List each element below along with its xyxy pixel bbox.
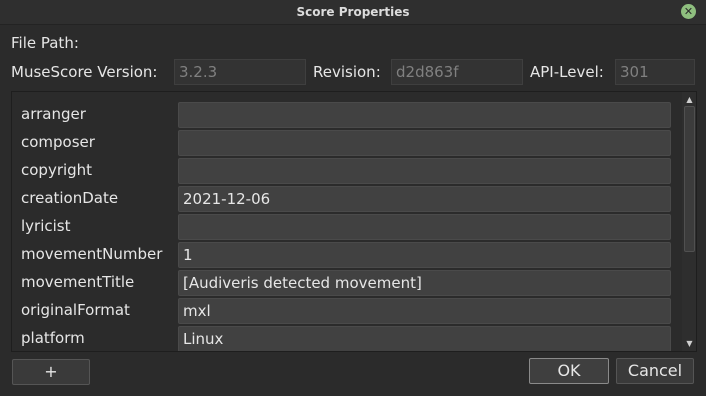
property-key: platform (21, 329, 85, 347)
property-row: platform Linux (12, 326, 677, 351)
close-icon[interactable]: ✕ (681, 4, 696, 19)
add-property-button[interactable]: + (12, 359, 90, 385)
vertical-scrollbar[interactable]: ▲ ▼ (682, 92, 696, 351)
property-value-input[interactable] (178, 130, 671, 156)
property-key: arranger (21, 105, 86, 123)
property-row: lyricist (12, 214, 677, 242)
musescore-version-label: MuseScore Version: (11, 63, 158, 81)
property-key: copyright (21, 161, 93, 179)
property-row: arranger (12, 102, 677, 130)
scrollbar-thumb[interactable] (684, 106, 695, 252)
property-key: movementNumber (21, 245, 163, 263)
revision-field: d2d863f (391, 59, 523, 85)
property-row: copyright (12, 158, 677, 186)
window-title: Score Properties (296, 5, 410, 19)
property-value-input[interactable]: mxl (178, 298, 671, 324)
cancel-button[interactable]: Cancel (616, 358, 694, 384)
property-row: creationDate 2021-12-06 (12, 186, 677, 214)
property-value-input[interactable] (178, 158, 671, 184)
property-row: movementTitle [Audiveris detected moveme… (12, 270, 677, 298)
file-path-label: File Path: (11, 34, 79, 52)
api-level-field: 301 (615, 59, 695, 85)
property-value-input[interactable] (178, 214, 671, 240)
property-value-input[interactable] (178, 102, 671, 128)
property-value-input[interactable]: [Audiveris detected movement] (178, 270, 671, 296)
property-row: movementNumber 1 (12, 242, 677, 270)
ok-button[interactable]: OK (529, 358, 609, 384)
property-row: composer (12, 130, 677, 158)
property-key: movementTitle (21, 273, 135, 291)
properties-panel: arranger composer copyright creationDate… (11, 91, 697, 352)
property-value-input[interactable]: 1 (178, 242, 671, 268)
title-bar: Score Properties ✕ (0, 0, 706, 25)
property-row: originalFormat mxl (12, 298, 677, 326)
property-value-input[interactable]: Linux (178, 326, 671, 351)
api-level-label: API-Level: (530, 63, 604, 81)
property-value-input[interactable]: 2021-12-06 (178, 186, 671, 212)
property-key: composer (21, 133, 95, 151)
revision-label: Revision: (313, 63, 381, 81)
property-key: creationDate (21, 189, 119, 207)
musescore-version-field: 3.2.3 (174, 59, 306, 85)
property-key: originalFormat (21, 301, 130, 319)
property-key: lyricist (21, 217, 71, 235)
chevron-up-icon[interactable]: ▲ (684, 94, 695, 105)
chevron-down-icon[interactable]: ▼ (684, 338, 695, 349)
